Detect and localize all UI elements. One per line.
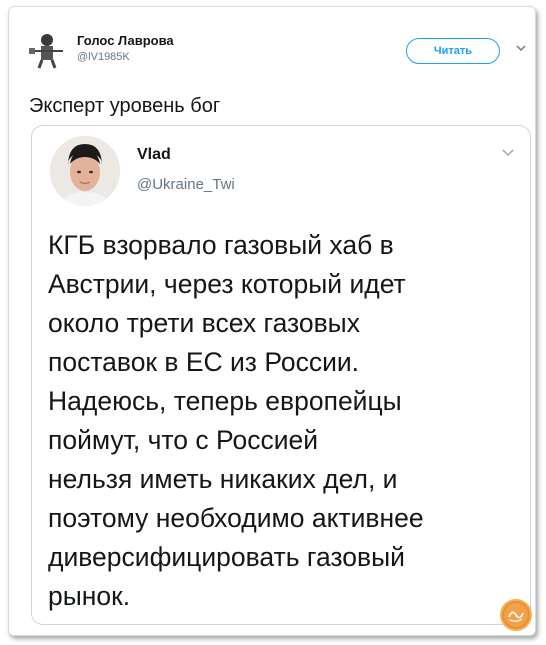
quoted-display-name[interactable]: Vlad [137, 146, 171, 164]
text-line: поэтому необходимо активнее [48, 503, 424, 533]
outer-tweet-text: Эксперт уровень бог [29, 95, 221, 117]
text-line: рынок. [48, 581, 131, 611]
text-line: поймут, что с Россией [48, 425, 319, 455]
tweet-card: Голос Лаврова @lV1985K Читать Эксперт ур… [8, 6, 536, 636]
text-line: диверсифицировать газовый [48, 542, 405, 572]
text-line: КГБ взорвало газовый хаб в [48, 230, 394, 260]
user-avatar-photo[interactable] [50, 136, 120, 206]
watermark-logo [500, 599, 532, 631]
text-line: Австрии, через который идет [48, 269, 406, 299]
text-line: около трети всех газовых [48, 308, 360, 338]
quoted-tweet-text: КГБ взорвало газовый хаб в Австрии, чере… [48, 226, 518, 616]
text-line: поставок в ЕС из России. [48, 347, 360, 377]
user-avatar-icon[interactable] [27, 29, 67, 69]
chevron-down-icon[interactable] [500, 144, 516, 160]
text-line: Надеюсь, теперь европейцы [48, 386, 402, 416]
outer-handle[interactable]: @lV1985K [77, 51, 130, 63]
follow-button[interactable]: Читать [406, 38, 500, 64]
outer-display-name[interactable]: Голос Лаврова [77, 33, 174, 48]
text-line: нельзя иметь никаких дел, и [48, 464, 398, 494]
quoted-tweet[interactable]: Vlad @Ukraine_Twi КГБ взорвало газовый х… [31, 125, 531, 625]
quoted-handle[interactable]: @Ukraine_Twi [137, 176, 235, 193]
chevron-down-icon[interactable] [514, 41, 528, 55]
